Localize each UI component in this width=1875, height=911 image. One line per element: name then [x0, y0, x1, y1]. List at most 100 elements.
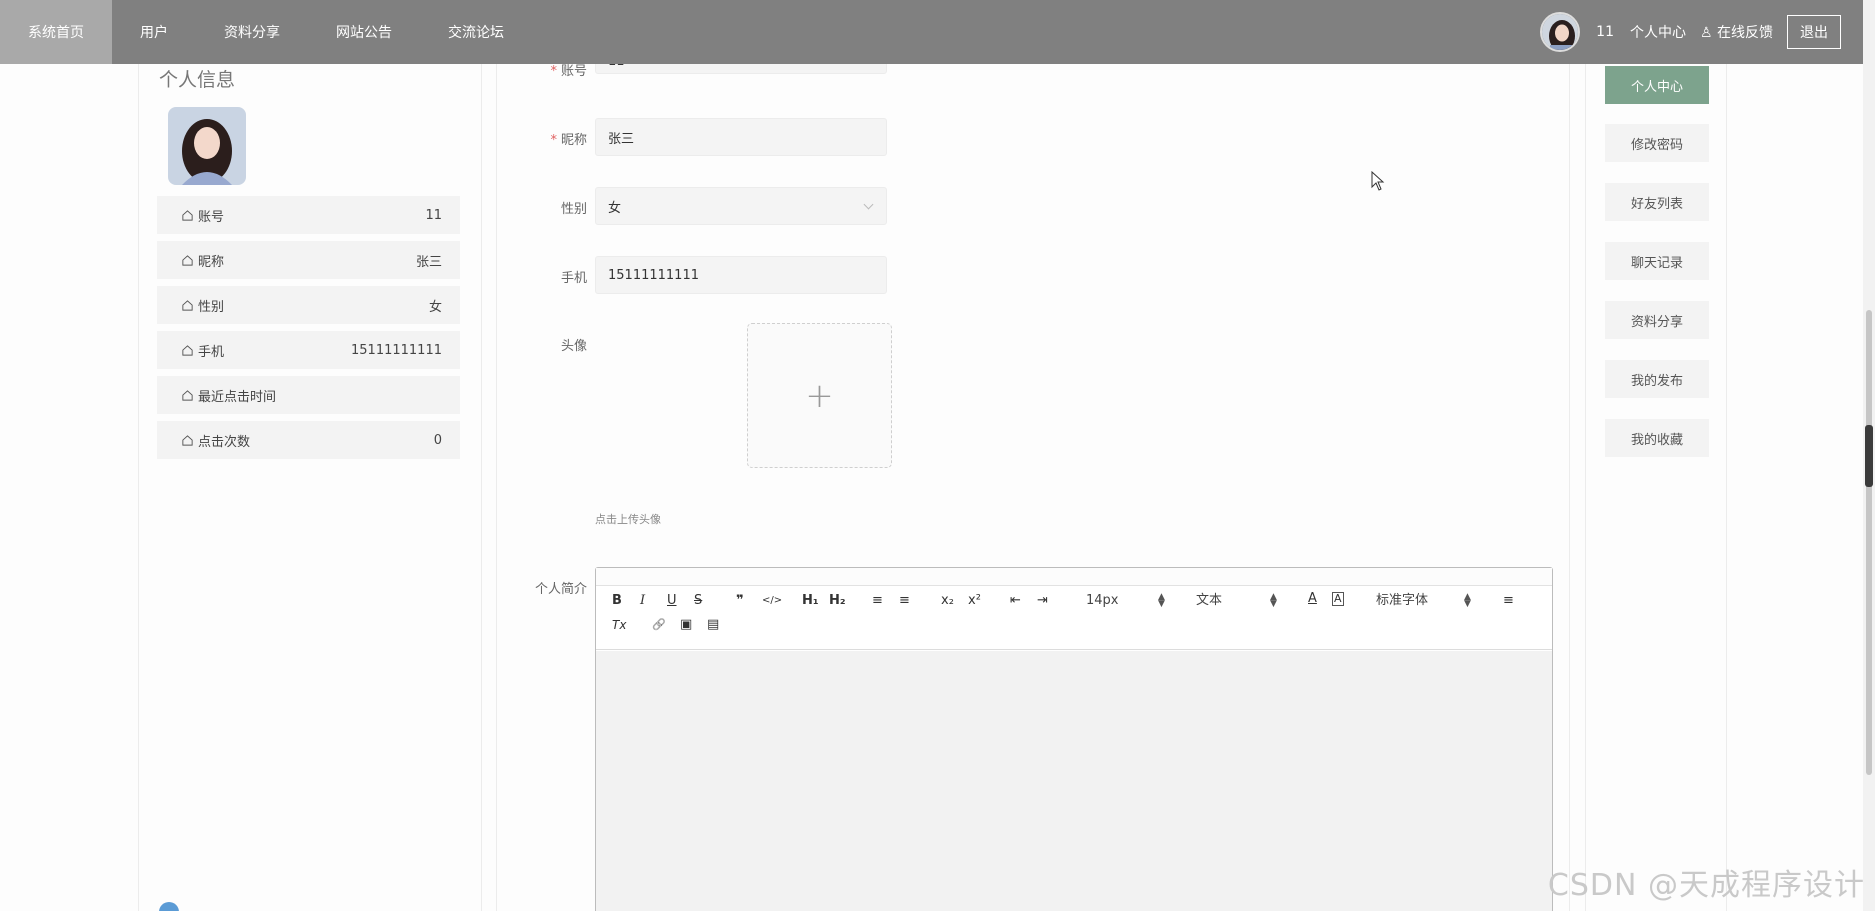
info-row-account: 账号 11: [157, 196, 460, 234]
nav-feedback-label: 在线反馈: [1717, 25, 1773, 41]
account-label-text: 账号: [560, 64, 587, 79]
editor-toolbar: B I U S ❞ </> H₁ H₂ ≡ ≡ x₂ x² ⇤ ⇥ 14px ▲…: [596, 586, 1552, 650]
align-button[interactable]: ≡: [1503, 592, 1514, 610]
updown-arrows-icon: ▲ ▼: [1270, 592, 1277, 609]
watermark: CSDN @天成程序设计: [1547, 868, 1865, 903]
font-family-value: 标准字体: [1376, 593, 1429, 608]
h1-button[interactable]: H₁: [802, 592, 819, 610]
plus-icon: +: [805, 375, 834, 416]
info-label: 性别: [198, 299, 225, 315]
image-button[interactable]: ▣: [680, 616, 692, 634]
nickname-input-value: 张三: [608, 131, 635, 147]
home-icon: [182, 299, 193, 311]
gender-select[interactable]: 女: [595, 187, 887, 225]
info-value: 张三: [415, 254, 442, 270]
side-menu: 个人中心 修改密码 好友列表 聊天记录 资料分享 我的发布 我的收藏: [1585, 45, 1727, 911]
font-size-select[interactable]: 14px: [1086, 592, 1119, 610]
scrollbar-track-highlight: [1866, 310, 1872, 775]
clean-format-button[interactable]: Tx: [612, 616, 626, 634]
nav-item-users[interactable]: 用户: [112, 0, 196, 64]
info-value: 15111111111: [351, 342, 442, 358]
home-icon: [182, 389, 193, 401]
nickname-input[interactable]: 张三: [595, 118, 887, 156]
italic-button[interactable]: I: [640, 592, 645, 610]
side-menu-my-favorites[interactable]: 我的收藏: [1605, 419, 1709, 457]
required-mark: *: [550, 64, 557, 79]
info-value: 0: [433, 432, 442, 448]
side-menu-my-posts[interactable]: 我的发布: [1605, 360, 1709, 398]
profile-edit-form: *账号 11 *昵称 张三 性别 女 手机 15111111111 头像 + 点…: [496, 45, 1570, 911]
side-menu-chat-history[interactable]: 聊天记录: [1605, 242, 1709, 280]
avatar-upload-box[interactable]: +: [747, 323, 892, 468]
info-label: 最近点击时间: [198, 389, 277, 405]
info-label: 点击次数: [198, 434, 251, 450]
scrollbar-thumb[interactable]: [1865, 425, 1873, 487]
logout-button[interactable]: 退出: [1787, 15, 1841, 49]
nav-item-label: 网站公告: [336, 25, 392, 41]
nav-item-label: 系统首页: [28, 25, 84, 41]
underline-button[interactable]: U: [667, 592, 677, 610]
superscript-button[interactable]: x²: [968, 592, 981, 610]
font-family-select[interactable]: 标准字体: [1376, 592, 1428, 610]
gender-label-text: 性别: [560, 202, 587, 217]
side-menu-change-password[interactable]: 修改密码: [1605, 124, 1709, 162]
info-label: 账号: [198, 209, 225, 225]
side-menu-resource-share[interactable]: 资料分享: [1605, 301, 1709, 339]
editor-content-area[interactable]: [596, 651, 1552, 911]
bold-button[interactable]: B: [612, 592, 622, 610]
block-format-value: 文本: [1196, 593, 1223, 608]
gender-select-value: 女: [608, 200, 622, 216]
nav-item-forum[interactable]: 交流论坛: [420, 0, 532, 64]
bullet-list-button[interactable]: ≡: [899, 592, 910, 610]
block-format-select[interactable]: 文本: [1196, 592, 1222, 610]
font-size-value: 14px: [1086, 593, 1119, 608]
info-label: 手机: [198, 344, 225, 360]
nav-item-home[interactable]: 系统首页: [0, 0, 112, 64]
video-button[interactable]: ▤: [707, 616, 719, 634]
chevron-down-icon: [863, 199, 874, 210]
info-label: 昵称: [198, 254, 225, 270]
nav-item-announcements[interactable]: 网站公告: [308, 0, 420, 64]
avatar-label: 头像: [497, 335, 587, 354]
user-icon: ♙: [1699, 25, 1713, 41]
indent-button[interactable]: ⇥: [1037, 592, 1048, 610]
home-icon: [182, 209, 193, 221]
side-menu-friend-list[interactable]: 好友列表: [1605, 183, 1709, 221]
subscript-button[interactable]: x₂: [941, 592, 954, 610]
nav-personal-center-link[interactable]: 个人中心: [1630, 22, 1686, 42]
blockquote-button[interactable]: ❞: [736, 592, 744, 610]
nav-feedback-link[interactable]: ♙ 在线反馈: [1700, 22, 1773, 42]
phone-input-value: 15111111111: [608, 267, 699, 283]
info-row-nickname: 昵称 张三: [157, 241, 460, 279]
gender-label: 性别: [497, 198, 587, 217]
strike-button[interactable]: S: [694, 592, 702, 610]
code-block-button[interactable]: </>: [762, 592, 782, 610]
phone-input[interactable]: 15111111111: [595, 256, 887, 294]
nav-username[interactable]: 11: [1596, 24, 1614, 40]
required-mark: *: [550, 133, 557, 148]
info-row-last-click: 最近点击时间: [157, 376, 460, 414]
info-value: 女: [428, 299, 442, 315]
user-avatar[interactable]: [1540, 12, 1581, 52]
profile-photo: [168, 107, 246, 185]
avatar-label-text: 头像: [560, 339, 587, 354]
info-row-gender: 性别 女: [157, 286, 460, 324]
background-color-button[interactable]: A: [1332, 592, 1344, 606]
nav-user-area: 11 个人中心 ♙ 在线反馈 退出: [1540, 0, 1863, 64]
page-scrollbar[interactable]: [1863, 0, 1875, 911]
font-color-button[interactable]: A: [1308, 590, 1317, 608]
updown-arrows-icon: ▲ ▼: [1464, 592, 1471, 609]
nav-item-resource-share[interactable]: 资料分享: [196, 0, 308, 64]
ordered-list-button[interactable]: ≡: [872, 592, 883, 610]
nav-item-label: 资料分享: [224, 25, 280, 41]
info-row-phone: 手机 15111111111: [157, 331, 460, 369]
home-icon: [182, 254, 193, 266]
side-menu-personal-center[interactable]: 个人中心: [1605, 66, 1709, 104]
h2-button[interactable]: H₂: [829, 592, 846, 610]
link-button[interactable]: 🔗: [652, 616, 666, 634]
bio-label-text: 个人简介: [534, 582, 587, 597]
floating-help-icon[interactable]: [159, 902, 179, 911]
outdent-button[interactable]: ⇤: [1010, 592, 1021, 610]
nav-item-label: 交流论坛: [448, 25, 504, 41]
nav-item-label: 用户: [140, 25, 168, 41]
